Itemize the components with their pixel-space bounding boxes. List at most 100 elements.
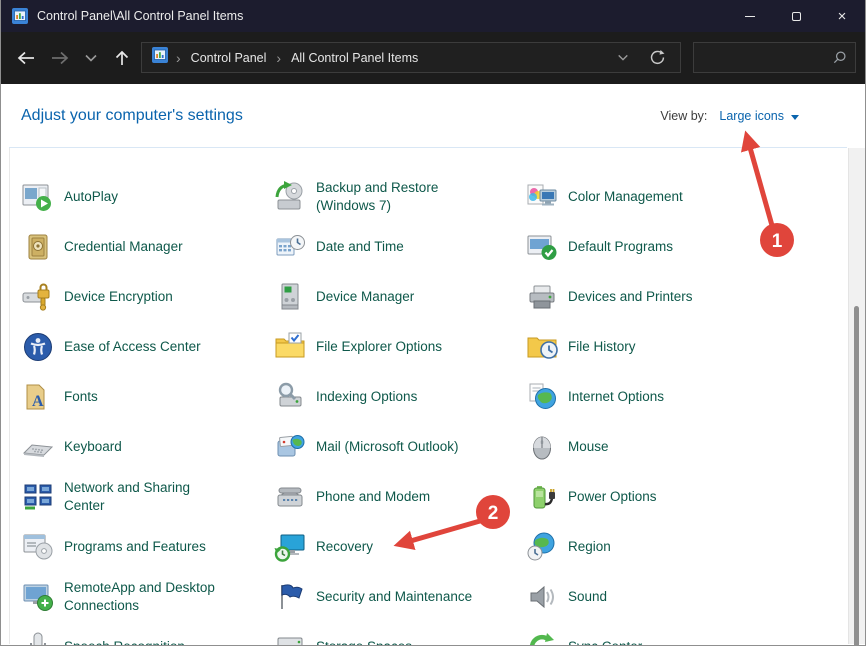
item-devices-and-printers[interactable]: Devices and Printers <box>525 272 777 322</box>
item-phone-and-modem[interactable]: Phone and Modem <box>273 472 525 522</box>
remoteapp-and-desktop-connections-icon <box>21 580 55 614</box>
sync-center-icon <box>525 630 559 645</box>
caret-down-icon <box>791 115 799 120</box>
mouse-icon <box>525 430 559 464</box>
item-storage-spaces[interactable]: Storage Spaces <box>273 622 525 645</box>
speech-recognition-icon <box>21 630 55 645</box>
item-default-programs[interactable]: Default Programs <box>525 222 777 272</box>
item-ease-of-access-center[interactable]: Ease of Access Center <box>21 322 273 372</box>
control-panel-items-grid: AutoPlay Backup and Restore (Windows 7) Co… <box>9 148 821 645</box>
storage-spaces-icon <box>273 630 307 645</box>
breadcrumb-control-panel[interactable]: Control Panel <box>189 51 269 65</box>
item-device-encryption[interactable]: Device Encryption <box>21 272 273 322</box>
item-file-explorer-options[interactable]: File Explorer Options <box>273 322 525 372</box>
item-label: Network and Sharing Center <box>64 479 234 514</box>
item-internet-options[interactable]: Internet Options <box>525 372 777 422</box>
item-label: Device Encryption <box>64 288 173 306</box>
breadcrumb-all-control-panel-items[interactable]: All Control Panel Items <box>289 51 420 65</box>
item-security-and-maintenance[interactable]: Security and Maintenance <box>273 572 525 622</box>
up-arrow-icon <box>113 49 131 67</box>
item-label: Programs and Features <box>64 538 206 556</box>
close-button[interactable]: × <box>819 0 865 32</box>
minimize-button[interactable] <box>727 0 773 32</box>
region-icon <box>525 530 559 564</box>
item-label: Credential Manager <box>64 238 183 256</box>
address-dropdown-button[interactable] <box>610 45 636 71</box>
item-label: Region <box>568 538 611 556</box>
default-programs-icon <box>525 230 559 264</box>
credential-manager-icon <box>21 230 55 264</box>
item-credential-manager[interactable]: Credential Manager <box>21 222 273 272</box>
item-label: AutoPlay <box>64 188 118 206</box>
item-label: Backup and Restore (Windows 7) <box>316 179 486 214</box>
search-icon <box>832 50 847 65</box>
item-speech-recognition[interactable]: Speech Recognition <box>21 622 273 645</box>
keyboard-icon <box>21 430 55 464</box>
address-bar[interactable]: › Control Panel › All Control Panel Item… <box>141 42 681 73</box>
item-color-management[interactable]: Color Management <box>525 172 777 222</box>
item-label: Recovery <box>316 538 373 556</box>
item-programs-and-features[interactable]: Programs and Features <box>21 522 273 572</box>
back-button[interactable] <box>9 41 43 75</box>
sound-icon <box>525 580 559 614</box>
item-region[interactable]: Region <box>525 522 777 572</box>
item-label: Date and Time <box>316 238 404 256</box>
internet-options-icon <box>525 380 559 414</box>
item-file-history[interactable]: File History <box>525 322 777 372</box>
item-label: File History <box>568 338 636 356</box>
breadcrumb-separator-icon: › <box>268 50 289 66</box>
view-by-label: View by: <box>660 109 707 123</box>
item-label: Indexing Options <box>316 388 417 406</box>
item-remoteapp-and-desktop-connections[interactable]: RemoteApp and Desktop Connections <box>21 572 273 622</box>
item-sound[interactable]: Sound <box>525 572 777 622</box>
item-mouse[interactable]: Mouse <box>525 422 777 472</box>
item-label: Power Options <box>568 488 657 506</box>
forward-button[interactable] <box>43 41 77 75</box>
item-label: Security and Maintenance <box>316 588 472 606</box>
item-backup-and-restore[interactable]: Backup and Restore (Windows 7) <box>273 172 525 222</box>
view-by-value: Large icons <box>719 109 784 123</box>
item-label: Color Management <box>568 188 683 206</box>
phone-and-modem-icon <box>273 480 307 514</box>
item-power-options[interactable]: Power Options <box>525 472 777 522</box>
item-date-and-time[interactable]: Date and Time <box>273 222 525 272</box>
minimize-icon <box>745 16 755 17</box>
item-indexing-options[interactable]: Indexing Options <box>273 372 525 422</box>
item-autoplay[interactable]: AutoPlay <box>21 172 273 222</box>
item-recovery[interactable]: Recovery <box>273 522 525 572</box>
item-network-and-sharing-center[interactable]: Network and Sharing Center <box>21 472 273 522</box>
ease-of-access-center-icon <box>21 330 55 364</box>
item-mail[interactable]: Mail (Microsoft Outlook) <box>273 422 525 472</box>
back-arrow-icon <box>15 49 37 67</box>
security-and-maintenance-icon <box>273 580 307 614</box>
svg-text:A: A <box>32 393 44 410</box>
vertical-scrollbar-thumb[interactable] <box>854 306 859 646</box>
view-by-dropdown[interactable]: Large icons <box>719 109 799 123</box>
window-title: Control Panel\All Control Panel Items <box>37 9 243 23</box>
mail-icon <box>273 430 307 464</box>
date-and-time-icon <box>273 230 307 264</box>
page-title: Adjust your computer's settings <box>21 107 243 125</box>
item-label: Speech Recognition <box>64 638 185 645</box>
item-label: Sync Center <box>568 638 642 645</box>
item-label: Phone and Modem <box>316 488 430 506</box>
device-manager-icon <box>273 280 307 314</box>
power-options-icon <box>525 480 559 514</box>
refresh-button[interactable] <box>644 45 670 71</box>
recent-pages-button[interactable] <box>77 41 105 75</box>
file-explorer-options-icon <box>273 330 307 364</box>
item-label: RemoteApp and Desktop Connections <box>64 579 234 614</box>
item-keyboard[interactable]: Keyboard <box>21 422 273 472</box>
recovery-icon <box>273 530 307 564</box>
item-sync-center[interactable]: Sync Center <box>525 622 777 645</box>
search-box[interactable] <box>693 42 856 73</box>
search-input[interactable] <box>702 51 832 65</box>
forward-arrow-icon <box>49 49 71 67</box>
item-fonts[interactable]: AFonts <box>21 372 273 422</box>
item-label: Sound <box>568 588 607 606</box>
up-button[interactable] <box>105 41 139 75</box>
control-panel-logo-icon <box>12 8 28 24</box>
vertical-scrollbar-track[interactable] <box>848 148 865 644</box>
item-device-manager[interactable]: Device Manager <box>273 272 525 322</box>
maximize-button[interactable] <box>773 0 819 32</box>
